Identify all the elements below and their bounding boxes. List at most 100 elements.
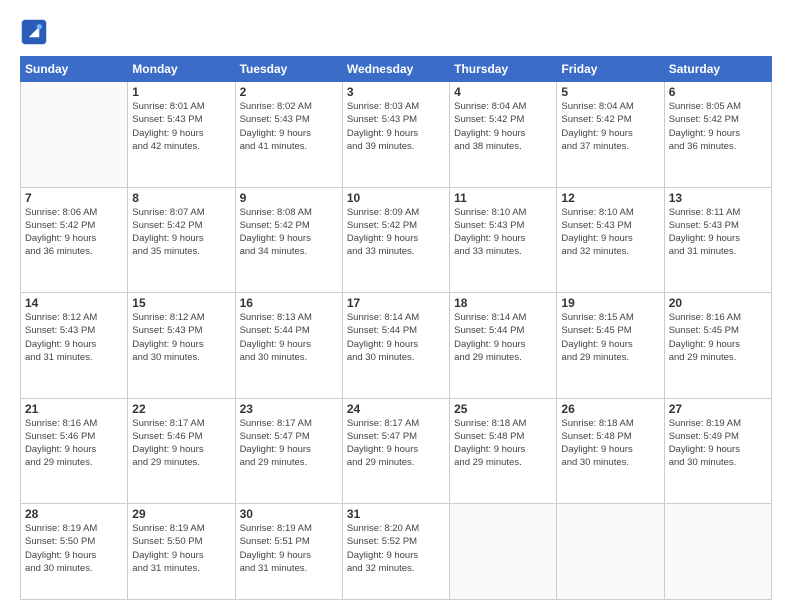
day-number: 13 xyxy=(669,191,767,205)
day-number: 19 xyxy=(561,296,659,310)
day-info: Sunrise: 8:12 AMSunset: 5:43 PMDaylight:… xyxy=(25,311,123,364)
day-header-tuesday: Tuesday xyxy=(235,57,342,82)
day-number: 7 xyxy=(25,191,123,205)
calendar-cell: 18Sunrise: 8:14 AMSunset: 5:44 PMDayligh… xyxy=(450,293,557,399)
calendar-cell: 9Sunrise: 8:08 AMSunset: 5:42 PMDaylight… xyxy=(235,187,342,293)
calendar-cell: 6Sunrise: 8:05 AMSunset: 5:42 PMDaylight… xyxy=(664,82,771,188)
day-header-thursday: Thursday xyxy=(450,57,557,82)
day-info: Sunrise: 8:16 AMSunset: 5:45 PMDaylight:… xyxy=(669,311,767,364)
day-info: Sunrise: 8:14 AMSunset: 5:44 PMDaylight:… xyxy=(347,311,445,364)
calendar-cell: 27Sunrise: 8:19 AMSunset: 5:49 PMDayligh… xyxy=(664,398,771,504)
calendar-cell: 26Sunrise: 8:18 AMSunset: 5:48 PMDayligh… xyxy=(557,398,664,504)
day-info: Sunrise: 8:18 AMSunset: 5:48 PMDaylight:… xyxy=(454,417,552,470)
calendar-cell: 21Sunrise: 8:16 AMSunset: 5:46 PMDayligh… xyxy=(21,398,128,504)
day-number: 1 xyxy=(132,85,230,99)
calendar-cell: 29Sunrise: 8:19 AMSunset: 5:50 PMDayligh… xyxy=(128,504,235,600)
calendar-cell: 22Sunrise: 8:17 AMSunset: 5:46 PMDayligh… xyxy=(128,398,235,504)
day-info: Sunrise: 8:17 AMSunset: 5:47 PMDaylight:… xyxy=(347,417,445,470)
day-info: Sunrise: 8:18 AMSunset: 5:48 PMDaylight:… xyxy=(561,417,659,470)
day-info: Sunrise: 8:04 AMSunset: 5:42 PMDaylight:… xyxy=(454,100,552,153)
day-number: 24 xyxy=(347,402,445,416)
calendar-cell: 8Sunrise: 8:07 AMSunset: 5:42 PMDaylight… xyxy=(128,187,235,293)
calendar-table: SundayMondayTuesdayWednesdayThursdayFrid… xyxy=(20,56,772,600)
day-number: 14 xyxy=(25,296,123,310)
day-number: 23 xyxy=(240,402,338,416)
day-number: 4 xyxy=(454,85,552,99)
calendar-cell: 20Sunrise: 8:16 AMSunset: 5:45 PMDayligh… xyxy=(664,293,771,399)
calendar-cell xyxy=(450,504,557,600)
calendar-cell: 15Sunrise: 8:12 AMSunset: 5:43 PMDayligh… xyxy=(128,293,235,399)
calendar-cell xyxy=(664,504,771,600)
day-info: Sunrise: 8:02 AMSunset: 5:43 PMDaylight:… xyxy=(240,100,338,153)
day-info: Sunrise: 8:05 AMSunset: 5:42 PMDaylight:… xyxy=(669,100,767,153)
logo xyxy=(20,18,52,46)
day-info: Sunrise: 8:14 AMSunset: 5:44 PMDaylight:… xyxy=(454,311,552,364)
day-info: Sunrise: 8:03 AMSunset: 5:43 PMDaylight:… xyxy=(347,100,445,153)
calendar-cell: 3Sunrise: 8:03 AMSunset: 5:43 PMDaylight… xyxy=(342,82,449,188)
calendar-cell: 19Sunrise: 8:15 AMSunset: 5:45 PMDayligh… xyxy=(557,293,664,399)
calendar-cell: 31Sunrise: 8:20 AMSunset: 5:52 PMDayligh… xyxy=(342,504,449,600)
day-header-friday: Friday xyxy=(557,57,664,82)
day-info: Sunrise: 8:17 AMSunset: 5:46 PMDaylight:… xyxy=(132,417,230,470)
calendar-cell: 13Sunrise: 8:11 AMSunset: 5:43 PMDayligh… xyxy=(664,187,771,293)
calendar-cell xyxy=(557,504,664,600)
calendar-cell: 23Sunrise: 8:17 AMSunset: 5:47 PMDayligh… xyxy=(235,398,342,504)
day-number: 3 xyxy=(347,85,445,99)
calendar-cell: 2Sunrise: 8:02 AMSunset: 5:43 PMDaylight… xyxy=(235,82,342,188)
day-number: 16 xyxy=(240,296,338,310)
day-number: 2 xyxy=(240,85,338,99)
day-info: Sunrise: 8:06 AMSunset: 5:42 PMDaylight:… xyxy=(25,206,123,259)
day-info: Sunrise: 8:01 AMSunset: 5:43 PMDaylight:… xyxy=(132,100,230,153)
calendar-cell: 14Sunrise: 8:12 AMSunset: 5:43 PMDayligh… xyxy=(21,293,128,399)
day-number: 11 xyxy=(454,191,552,205)
day-info: Sunrise: 8:17 AMSunset: 5:47 PMDaylight:… xyxy=(240,417,338,470)
calendar-cell xyxy=(21,82,128,188)
calendar-cell: 24Sunrise: 8:17 AMSunset: 5:47 PMDayligh… xyxy=(342,398,449,504)
calendar-cell: 10Sunrise: 8:09 AMSunset: 5:42 PMDayligh… xyxy=(342,187,449,293)
calendar-cell: 11Sunrise: 8:10 AMSunset: 5:43 PMDayligh… xyxy=(450,187,557,293)
day-info: Sunrise: 8:12 AMSunset: 5:43 PMDaylight:… xyxy=(132,311,230,364)
calendar-cell: 17Sunrise: 8:14 AMSunset: 5:44 PMDayligh… xyxy=(342,293,449,399)
day-info: Sunrise: 8:07 AMSunset: 5:42 PMDaylight:… xyxy=(132,206,230,259)
day-info: Sunrise: 8:13 AMSunset: 5:44 PMDaylight:… xyxy=(240,311,338,364)
page-header xyxy=(20,18,772,46)
day-number: 6 xyxy=(669,85,767,99)
day-number: 17 xyxy=(347,296,445,310)
day-info: Sunrise: 8:19 AMSunset: 5:51 PMDaylight:… xyxy=(240,522,338,575)
day-header-wednesday: Wednesday xyxy=(342,57,449,82)
day-number: 18 xyxy=(454,296,552,310)
day-info: Sunrise: 8:09 AMSunset: 5:42 PMDaylight:… xyxy=(347,206,445,259)
day-info: Sunrise: 8:19 AMSunset: 5:50 PMDaylight:… xyxy=(25,522,123,575)
calendar-cell: 1Sunrise: 8:01 AMSunset: 5:43 PMDaylight… xyxy=(128,82,235,188)
day-number: 31 xyxy=(347,507,445,521)
day-info: Sunrise: 8:11 AMSunset: 5:43 PMDaylight:… xyxy=(669,206,767,259)
day-number: 21 xyxy=(25,402,123,416)
day-header-sunday: Sunday xyxy=(21,57,128,82)
day-info: Sunrise: 8:19 AMSunset: 5:50 PMDaylight:… xyxy=(132,522,230,575)
day-info: Sunrise: 8:10 AMSunset: 5:43 PMDaylight:… xyxy=(561,206,659,259)
calendar-cell: 5Sunrise: 8:04 AMSunset: 5:42 PMDaylight… xyxy=(557,82,664,188)
day-info: Sunrise: 8:15 AMSunset: 5:45 PMDaylight:… xyxy=(561,311,659,364)
calendar-cell: 7Sunrise: 8:06 AMSunset: 5:42 PMDaylight… xyxy=(21,187,128,293)
day-number: 12 xyxy=(561,191,659,205)
day-number: 29 xyxy=(132,507,230,521)
day-header-saturday: Saturday xyxy=(664,57,771,82)
day-info: Sunrise: 8:04 AMSunset: 5:42 PMDaylight:… xyxy=(561,100,659,153)
calendar-cell: 12Sunrise: 8:10 AMSunset: 5:43 PMDayligh… xyxy=(557,187,664,293)
day-number: 28 xyxy=(25,507,123,521)
day-number: 15 xyxy=(132,296,230,310)
day-number: 9 xyxy=(240,191,338,205)
day-number: 10 xyxy=(347,191,445,205)
logo-icon xyxy=(20,18,48,46)
day-number: 5 xyxy=(561,85,659,99)
day-number: 27 xyxy=(669,402,767,416)
day-number: 26 xyxy=(561,402,659,416)
day-number: 20 xyxy=(669,296,767,310)
day-info: Sunrise: 8:19 AMSunset: 5:49 PMDaylight:… xyxy=(669,417,767,470)
calendar-cell: 28Sunrise: 8:19 AMSunset: 5:50 PMDayligh… xyxy=(21,504,128,600)
day-info: Sunrise: 8:10 AMSunset: 5:43 PMDaylight:… xyxy=(454,206,552,259)
day-info: Sunrise: 8:08 AMSunset: 5:42 PMDaylight:… xyxy=(240,206,338,259)
day-info: Sunrise: 8:16 AMSunset: 5:46 PMDaylight:… xyxy=(25,417,123,470)
day-number: 30 xyxy=(240,507,338,521)
day-info: Sunrise: 8:20 AMSunset: 5:52 PMDaylight:… xyxy=(347,522,445,575)
